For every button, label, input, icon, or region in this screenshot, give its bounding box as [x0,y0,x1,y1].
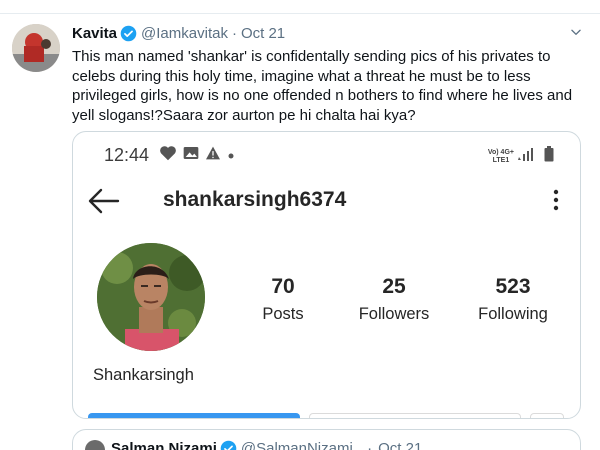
posts-label: Posts [262,305,304,323]
verified-badge-icon [220,440,237,450]
follow-button[interactable] [88,413,300,418]
network-indicator: Vo) 4G+ LTE1 [488,149,514,165]
followers-label: Followers [358,305,430,323]
quote-avatar [85,440,105,450]
stat-following[interactable]: 523 Following [465,275,561,324]
quoted-tweet[interactable]: Salman Nizami @SalmanNizami_ · Oct 21 [72,429,581,450]
quote-display-name: Salman Nizami [111,440,217,450]
verified-badge-icon [120,25,137,42]
dot-icon [227,147,235,165]
avatar[interactable] [12,24,60,72]
separator-dot: · [231,24,237,42]
quote-header: Salman Nizami @SalmanNizami_ · Oct 21 [111,440,422,450]
warning-icon [205,146,221,165]
profile-username: shankarsingh6374 [163,188,347,211]
instagram-header: shankarsingh6374 [73,180,580,224]
quote-date: Oct 21 [378,440,423,450]
status-time: 12:44 [104,145,150,165]
handle[interactable]: @Iamkavitak [141,25,228,42]
chevron-down-icon[interactable] [566,22,586,42]
attached-screenshot[interactable]: 12:44 Vo) 4G+ LTE1 shankarsingh6374 70 P… [72,131,581,419]
quote-separator: · [367,440,373,450]
phone-status-bar: 12:44 Vo) 4G+ LTE1 [73,132,580,178]
tweet-header: Kavita @Iamkavitak · Oct 21 [72,23,285,43]
quote-handle: @SalmanNizami_ [240,440,362,450]
battery-icon [544,146,554,167]
tweet-text: This man named 'shankar' is confidentall… [72,48,573,124]
status-right: Vo) 4G+ LTE1 [488,146,554,167]
heart-icon [159,145,177,166]
message-button[interactable] [309,413,521,418]
tweet-date[interactable]: Oct 21 [241,25,285,42]
profile-picture[interactable] [97,243,205,351]
more-options-icon[interactable] [552,188,560,212]
suggest-button[interactable] [530,413,564,418]
followers-count: 25 [382,275,406,298]
image-icon [183,146,199,165]
following-label: Following [478,305,548,323]
divider [0,0,600,14]
network-top: Vo) 4G+ [487,148,514,156]
stat-posts[interactable]: 70 Posts [243,275,323,324]
profile-name: Shankarsingh [93,366,194,384]
posts-count: 70 [271,275,295,298]
following-count: 523 [495,275,531,298]
tweet[interactable]: Kavita @Iamkavitak · Oct 21 This man nam… [0,0,600,450]
status-icons [159,145,235,166]
stat-followers[interactable]: 25 Followers [350,275,438,324]
profile-stats: 70 Posts 25 Followers 523 Following [243,275,563,335]
back-arrow-icon[interactable] [87,186,121,216]
display-name[interactable]: Kavita [72,25,117,42]
signal-icon [518,147,540,166]
network-bottom: LTE1 [492,156,510,164]
